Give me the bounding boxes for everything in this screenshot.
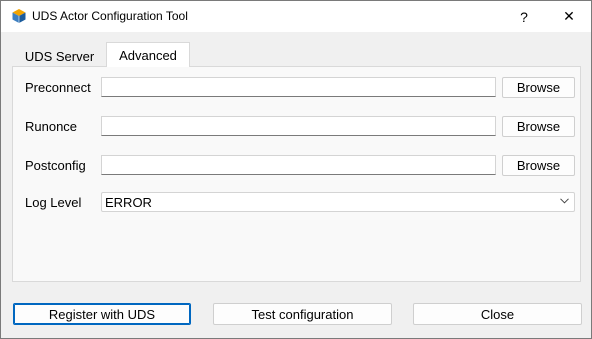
tab-uds-server[interactable]: UDS Server bbox=[13, 45, 106, 66]
runonce-input[interactable] bbox=[101, 116, 496, 136]
help-button[interactable]: ? bbox=[501, 1, 547, 32]
log-level-value: ERROR bbox=[105, 195, 152, 210]
main-window: UDS Actor Configuration Tool ? ✕ UDS Ser… bbox=[0, 0, 592, 339]
title-bar: UDS Actor Configuration Tool ? ✕ bbox=[1, 1, 591, 32]
close-window-button[interactable]: ✕ bbox=[546, 1, 592, 32]
test-configuration-button[interactable]: Test configuration bbox=[213, 303, 392, 325]
register-button[interactable]: Register with UDS bbox=[13, 303, 191, 325]
postconfig-input[interactable] bbox=[101, 155, 496, 175]
preconnect-browse-button[interactable]: Browse bbox=[502, 77, 575, 98]
tab-advanced[interactable]: Advanced bbox=[106, 42, 190, 67]
advanced-panel: Preconnect Browse Runonce Browse Postcon… bbox=[12, 66, 581, 282]
runonce-browse-button[interactable]: Browse bbox=[502, 116, 575, 137]
log-level-select[interactable]: ERROR bbox=[101, 192, 575, 212]
window-title: UDS Actor Configuration Tool bbox=[32, 9, 188, 23]
uds-logo-icon bbox=[12, 9, 26, 23]
preconnect-input[interactable] bbox=[101, 77, 496, 97]
postconfig-browse-button[interactable]: Browse bbox=[502, 155, 575, 176]
log-level-label: Log Level bbox=[25, 195, 82, 210]
chevron-down-icon[interactable] bbox=[560, 198, 569, 204]
preconnect-label: Preconnect bbox=[25, 80, 91, 95]
runonce-label: Runonce bbox=[25, 119, 78, 134]
postconfig-label: Postconfig bbox=[25, 158, 86, 173]
close-button[interactable]: Close bbox=[413, 303, 582, 325]
